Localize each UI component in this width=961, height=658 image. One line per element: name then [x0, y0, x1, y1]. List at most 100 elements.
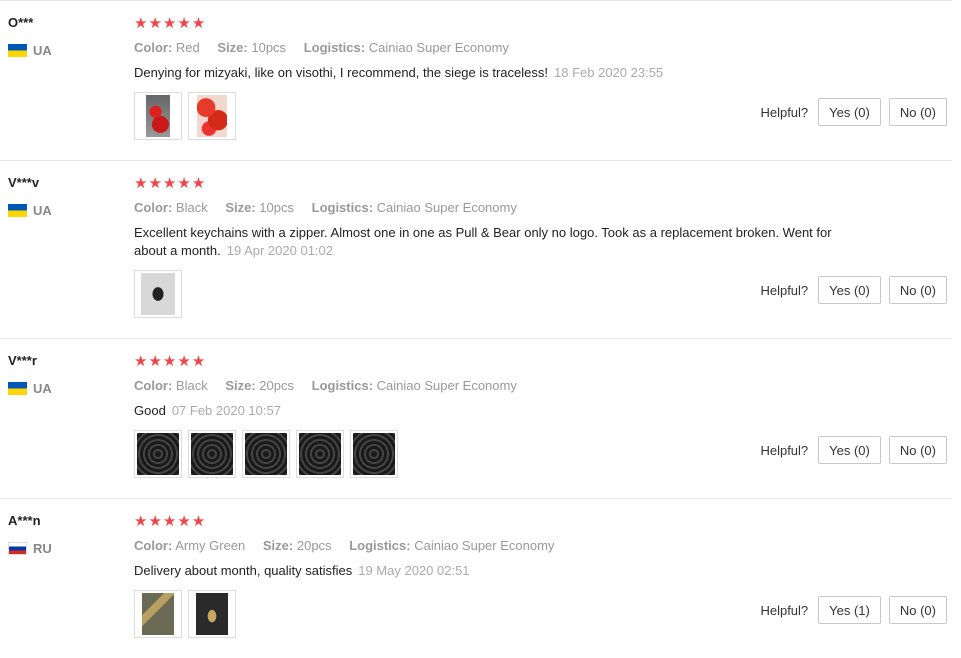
review-content: ★★★★★ Color: Red Size: 10pcs Logistics: …: [134, 15, 854, 82]
ukraine-flag-icon: [8, 204, 27, 217]
review-item: V***r UA ★★★★★ Color: Black Size: 20pcs …: [0, 338, 952, 499]
helpful-section: Helpful? Yes (0) No (0): [760, 276, 947, 304]
review-item: O*** UA ★★★★★ Color: Red Size: 10pcs Log…: [0, 0, 952, 161]
helpful-section: Helpful? Yes (0) No (0): [760, 436, 947, 464]
review-photo-thumbnail[interactable]: [350, 430, 398, 478]
country-code: UA: [33, 203, 52, 218]
review-date: 18 Feb 2020 23:55: [554, 65, 664, 80]
helpful-no-button[interactable]: No (0): [888, 276, 947, 304]
review-photo-thumbnail[interactable]: [188, 92, 236, 140]
helpful-yes-button[interactable]: Yes (0): [818, 436, 881, 464]
review-photo-thumbnail[interactable]: [188, 430, 236, 478]
review-attributes: Color: Army Green Size: 20pcs Logistics:…: [134, 538, 854, 553]
reviewer-info: V***r UA: [8, 353, 52, 396]
logistics-label: Logistics:: [303, 40, 366, 55]
color-label: Color:: [134, 200, 173, 215]
reviewer-country: RU: [8, 541, 52, 556]
star-rating: ★★★★★: [134, 175, 207, 192]
review-photo-thumbnail[interactable]: [296, 430, 344, 478]
size-value: 10pcs: [259, 200, 294, 215]
star-rating: ★★★★★: [134, 15, 207, 32]
size-label: Size:: [225, 200, 256, 215]
photo-image: [299, 433, 341, 475]
logistics-label: Logistics:: [311, 200, 374, 215]
color-label: Color:: [134, 378, 173, 393]
review-photos: [134, 430, 398, 478]
review-date: 07 Feb 2020 10:57: [171, 403, 281, 418]
photo-image: [141, 273, 175, 315]
reviewer-info: V***v UA: [8, 175, 52, 218]
country-code: UA: [33, 381, 52, 396]
photo-image: [353, 433, 395, 475]
helpful-no-button[interactable]: No (0): [888, 596, 947, 624]
photo-image: [137, 433, 179, 475]
review-attributes: Color: Black Size: 10pcs Logistics: Cain…: [134, 200, 854, 215]
review-attributes: Color: Red Size: 10pcs Logistics: Cainia…: [134, 40, 854, 55]
review-content: ★★★★★ Color: Army Green Size: 20pcs Logi…: [134, 513, 854, 580]
reviewer-country: UA: [8, 43, 52, 58]
review-attributes: Color: Black Size: 20pcs Logistics: Cain…: [134, 378, 854, 393]
review-photo-thumbnail[interactable]: [134, 430, 182, 478]
review-photo-thumbnail[interactable]: [134, 270, 182, 318]
review-text: Good 07 Feb 2020 10:57: [134, 402, 849, 420]
review-item: A***n RU ★★★★★ Color: Army Green Size: 2…: [0, 498, 952, 658]
logistics-value: Cainiao Super Economy: [368, 40, 509, 55]
review-content: ★★★★★ Color: Black Size: 20pcs Logistics…: [134, 353, 854, 420]
review-photo-thumbnail[interactable]: [242, 430, 290, 478]
review-body: Good: [134, 403, 166, 418]
russia-flag-icon: [8, 542, 27, 555]
ukraine-flag-icon: [8, 44, 27, 57]
logistics-label: Logistics:: [311, 378, 374, 393]
color-value: Black: [175, 378, 208, 393]
reviewer-name: V***r: [8, 353, 37, 368]
helpful-yes-button[interactable]: Yes (0): [818, 276, 881, 304]
review-item: V***v UA ★★★★★ Color: Black Size: 10pcs …: [0, 160, 952, 339]
color-label: Color:: [134, 538, 173, 553]
review-text: Denying for mizyaki, like on visothi, I …: [134, 64, 849, 82]
helpful-no-button[interactable]: No (0): [888, 436, 947, 464]
helpful-label: Helpful?: [760, 602, 809, 618]
photo-image: [142, 593, 174, 635]
reviewer-info: O*** UA: [8, 15, 52, 58]
size-label: Size:: [217, 40, 248, 55]
size-value: 10pcs: [251, 40, 287, 55]
reviewer-country: UA: [8, 203, 52, 218]
review-text: Delivery about month, quality satisfies 1…: [134, 562, 849, 580]
color-value: Red: [175, 40, 200, 55]
helpful-yes-button[interactable]: Yes (1): [818, 596, 881, 624]
reviewer-name: A***n: [8, 513, 41, 528]
review-text: Excellent keychains with a zipper. Almos…: [134, 224, 849, 260]
reviewer-name: V***v: [8, 175, 40, 190]
helpful-label: Helpful?: [760, 442, 809, 458]
color-value: Black: [175, 200, 208, 215]
size-value: 20pcs: [296, 538, 332, 553]
review-photos: [134, 92, 236, 140]
helpful-label: Helpful?: [760, 104, 809, 120]
helpful-label: Helpful?: [760, 282, 809, 298]
photo-image: [146, 95, 170, 137]
helpful-section: Helpful? Yes (1) No (0): [760, 596, 947, 624]
photo-image: [191, 433, 233, 475]
review-content: ★★★★★ Color: Black Size: 10pcs Logistics…: [134, 175, 854, 260]
review-date: 19 Apr 2020 01:02: [226, 243, 333, 258]
country-code: UA: [33, 43, 52, 58]
star-rating: ★★★★★: [134, 353, 207, 370]
review-photos: [134, 270, 182, 318]
helpful-no-button[interactable]: No (0): [888, 98, 947, 126]
review-photo-thumbnail[interactable]: [134, 92, 182, 140]
color-value: Army Green: [175, 538, 246, 553]
photo-image: [196, 593, 228, 635]
review-photo-thumbnail[interactable]: [134, 590, 182, 638]
reviewer-name: O***: [8, 15, 34, 30]
photo-image: [197, 95, 227, 137]
size-label: Size:: [262, 538, 294, 553]
size-label: Size:: [225, 378, 256, 393]
logistics-value: Cainiao Super Economy: [414, 538, 555, 553]
helpful-yes-button[interactable]: Yes (0): [818, 98, 881, 126]
review-photo-thumbnail[interactable]: [188, 590, 236, 638]
review-body: Delivery about month, quality satisfies: [134, 563, 353, 578]
logistics-label: Logistics:: [349, 538, 411, 553]
reviewer-country: UA: [8, 381, 52, 396]
logistics-value: Cainiao Super Economy: [376, 200, 517, 215]
logistics-value: Cainiao Super Economy: [376, 378, 517, 393]
